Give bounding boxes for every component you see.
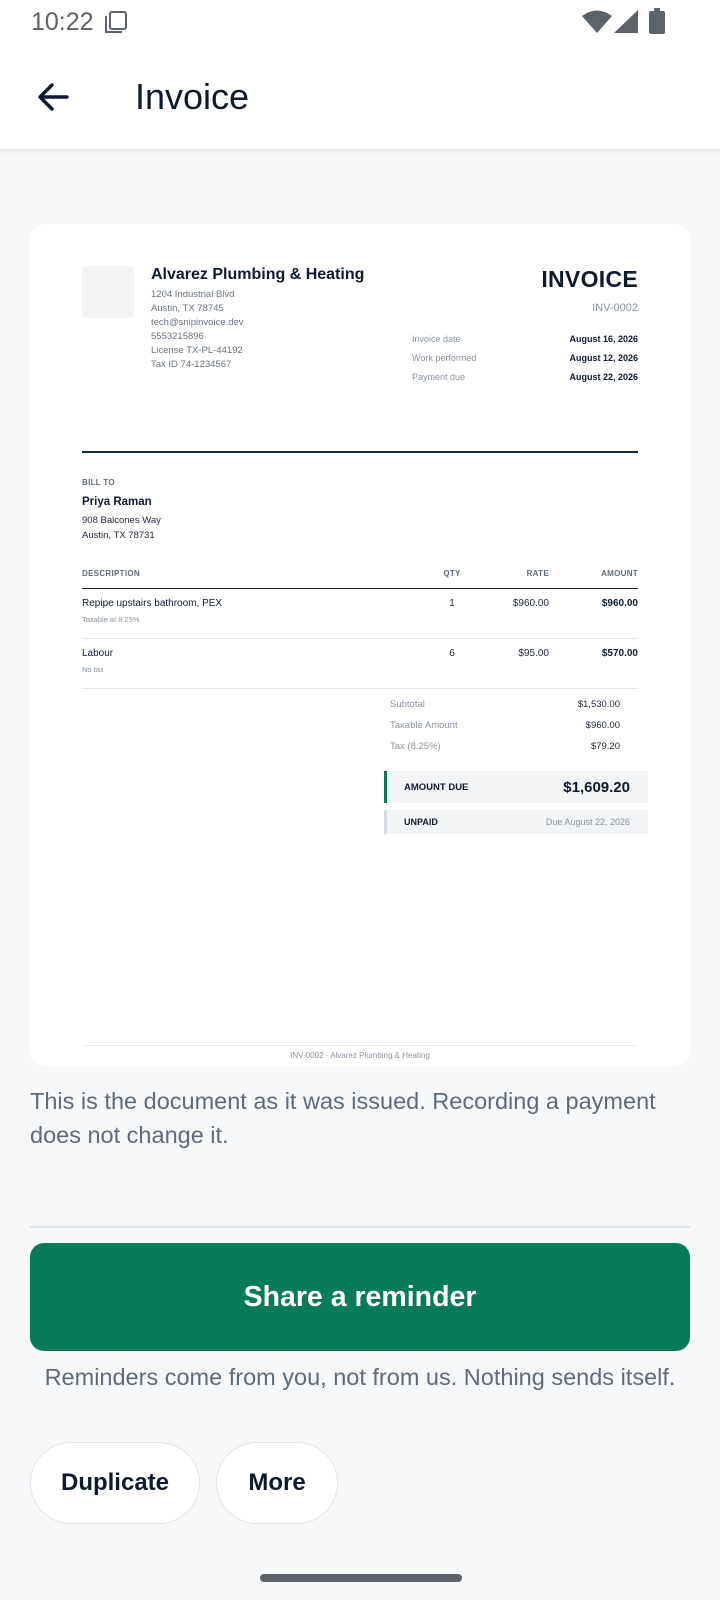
footer-divider xyxy=(82,1045,638,1046)
business-tax-id: Tax ID 74-1234567 xyxy=(151,359,232,370)
meta-row-work-performed: Work performed August 12, 2026 xyxy=(412,353,638,372)
payment-status-box: UNPAID Due August 22, 2026 xyxy=(384,810,648,834)
taxable-amount-row: Taxable Amount $960.00 xyxy=(390,720,638,741)
item-tax-note: No tax xyxy=(82,665,104,674)
invoice-preview-card: Alvarez Plumbing & Heating 1204 Industri… xyxy=(30,224,690,1067)
invoice-title: INVOICE xyxy=(541,266,638,292)
amount-due-box: AMOUNT DUE $1,609.20 xyxy=(384,771,648,803)
table-row: Repipe upstairs bathroom, PEX Taxable at… xyxy=(82,589,638,639)
total-label: Subtotal xyxy=(390,699,425,710)
column-description: DESCRIPTION xyxy=(82,569,140,578)
business-email: tech@snipinvoice.dev xyxy=(151,317,244,328)
column-rate: RATE xyxy=(526,569,549,578)
issued-document-note: This is the document as it was issued. R… xyxy=(30,1088,656,1148)
totals-section: Subtotal $1,530.00 Taxable Amount $960.0… xyxy=(384,699,648,834)
client-address-line2: Austin, TX 78731 xyxy=(82,530,155,541)
business-name: Alvarez Plumbing & Heating xyxy=(151,266,365,283)
meta-row-invoice-date: Invoice date August 16, 2026 xyxy=(412,334,638,353)
total-label: Taxable Amount xyxy=(390,720,458,731)
tax-row: Tax (8.25%) $79.20 xyxy=(390,741,638,762)
status-bar: 10:22 xyxy=(0,0,720,44)
business-address-line1: 1204 Industrial Blvd xyxy=(151,289,235,300)
bill-to-label: BILL TO xyxy=(82,478,115,487)
client-address-line1: 908 Balcones Way xyxy=(82,515,161,526)
reminder-note: Reminders come from you, not from us. No… xyxy=(44,1364,676,1390)
meta-label: Payment due xyxy=(412,372,466,382)
share-reminder-button[interactable]: Share a reminder xyxy=(30,1243,690,1351)
page-title: Invoice xyxy=(135,76,250,117)
header-divider xyxy=(82,451,638,453)
item-rate: $960.00 xyxy=(512,598,549,609)
item-qty: 1 xyxy=(449,598,455,609)
total-value: $960.00 xyxy=(585,720,620,731)
client-address: 908 Balcones Way Austin, TX 78731 xyxy=(82,513,161,543)
meta-row-payment-due: Payment due August 22, 2026 xyxy=(412,372,638,391)
invoice-number: INV-0002 xyxy=(592,302,638,314)
amount-due-value: $1,609.20 xyxy=(563,778,630,796)
invoice-meta: Invoice date August 16, 2026 Work perfor… xyxy=(412,334,638,391)
duplicate-button[interactable]: Duplicate xyxy=(30,1442,200,1524)
signal-icon xyxy=(614,10,638,33)
status-due-date: Due August 22, 2026 xyxy=(545,817,630,827)
column-qty: QTY xyxy=(443,569,461,578)
more-button[interactable]: More xyxy=(216,1442,338,1524)
wifi-icon xyxy=(582,10,612,33)
app-bar: Invoice xyxy=(0,44,720,150)
meta-label: Work performed xyxy=(412,353,477,363)
items-table-header: DESCRIPTION QTY RATE AMOUNT xyxy=(82,569,638,589)
table-row: Labour No tax 6 $95.00 $570.00 xyxy=(82,639,638,689)
business-phone: 5553215896 xyxy=(151,331,204,342)
business-address-line2: Austin, TX 78745 xyxy=(151,303,224,314)
item-description: Labour xyxy=(82,648,114,659)
battery-icon xyxy=(649,8,665,34)
total-label: Tax (8.25%) xyxy=(390,741,441,752)
item-rate: $95.00 xyxy=(518,648,549,659)
meta-label: Invoice date xyxy=(412,334,461,344)
item-description: Repipe upstairs bathroom, PEX xyxy=(82,598,223,609)
status-badge: UNPAID xyxy=(404,817,438,827)
business-license: License TX-PL-44192 xyxy=(151,345,243,356)
meta-value: August 16, 2026 xyxy=(569,334,638,344)
subtotal-row: Subtotal $1,530.00 xyxy=(390,699,638,720)
item-amount: $570.00 xyxy=(601,648,638,659)
arrow-left-icon xyxy=(38,83,69,111)
business-details: 1204 Industrial Blvd Austin, TX 78745 te… xyxy=(151,288,244,372)
client-name: Priya Raman xyxy=(82,496,152,508)
total-value: $79.20 xyxy=(590,741,620,752)
meta-value: August 22, 2026 xyxy=(569,372,638,382)
section-divider xyxy=(30,1226,690,1228)
status-time: 10:22 xyxy=(31,8,94,36)
amount-due-label: AMOUNT DUE xyxy=(404,781,469,793)
item-qty: 6 xyxy=(449,648,455,659)
business-logo-placeholder xyxy=(82,266,134,318)
document-footer: INV-0002 · Alvarez Plumbing & Heating xyxy=(290,1051,430,1060)
home-indicator[interactable] xyxy=(260,1574,462,1582)
item-tax-note: Taxable at 8.25% xyxy=(82,615,140,624)
total-value: $1,530.00 xyxy=(577,699,620,710)
screenshot-icon xyxy=(105,11,127,33)
column-amount: AMOUNT xyxy=(601,569,638,578)
back-button[interactable] xyxy=(26,70,80,124)
meta-value: August 12, 2026 xyxy=(569,353,638,363)
item-amount: $960.00 xyxy=(601,598,638,609)
